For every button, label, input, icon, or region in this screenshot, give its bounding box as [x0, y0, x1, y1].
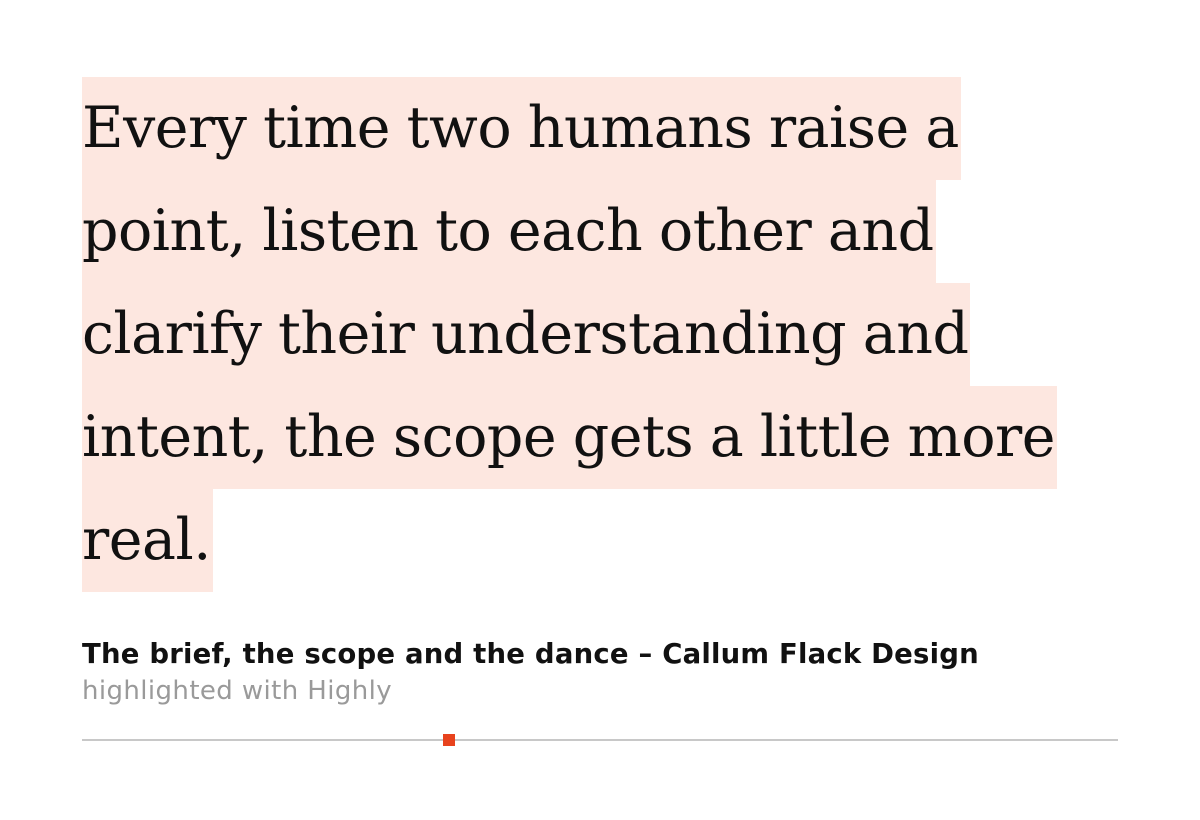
quote-line: clarify their understanding and: [82, 283, 971, 386]
highlight-card: Every time two humans raise a point, lis…: [82, 77, 1122, 708]
quote-line: intent, the scope gets a little more: [82, 386, 1058, 489]
quote-line: Every time two humans raise a: [82, 77, 961, 180]
quote-line: point, listen to each other and: [82, 180, 936, 283]
accent-marker-icon: [443, 734, 455, 746]
quote-line: real.: [82, 489, 213, 592]
source-title: The brief, the scope and the dance – Cal…: [82, 638, 979, 670]
highlight-credit: highlighted with Highly: [82, 676, 393, 706]
divider-line: [82, 739, 1118, 741]
highlighted-quote: Every time two humans raise a point, lis…: [82, 77, 1122, 592]
